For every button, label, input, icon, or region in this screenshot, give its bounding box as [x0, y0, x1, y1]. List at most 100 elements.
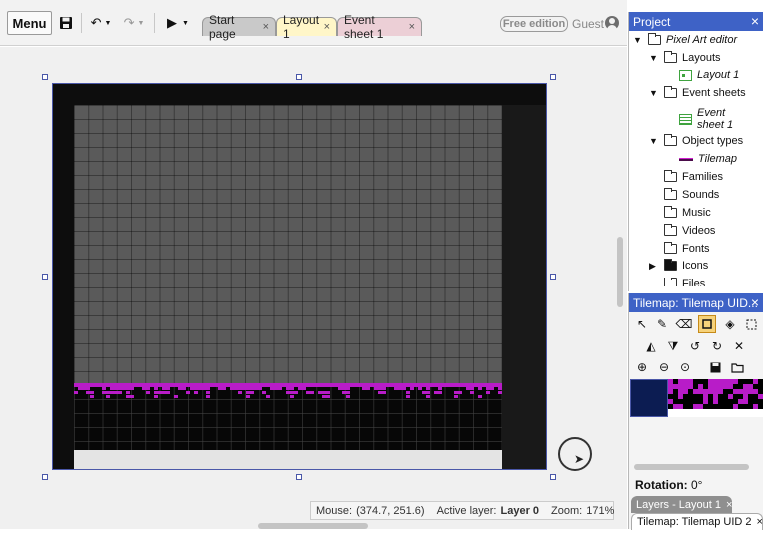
- rotate-cw-icon[interactable]: ↻: [708, 337, 726, 355]
- resize-handle[interactable]: [550, 474, 556, 480]
- layout-canvas[interactable]: [52, 83, 547, 470]
- expand-icon[interactable]: ▼: [649, 88, 659, 98]
- tile-pixel: [194, 391, 198, 394]
- resize-handle[interactable]: [296, 474, 302, 480]
- menu-button[interactable]: Menu: [7, 11, 52, 35]
- zoom-reset-icon[interactable]: ⊙: [676, 358, 694, 376]
- user-icon[interactable]: [605, 16, 619, 30]
- tile-pixel: [122, 387, 126, 390]
- marquee-select-icon[interactable]: [742, 315, 760, 333]
- tree-item-label: Event sheets: [682, 87, 746, 99]
- tree-item-videos[interactable]: Videos: [664, 224, 715, 237]
- tile-pixel: [454, 395, 458, 398]
- tileset-pixel: [713, 399, 718, 404]
- guest-label[interactable]: Guest: [572, 17, 604, 31]
- tree-item-label: Music: [682, 207, 711, 219]
- open-folder-icon[interactable]: [728, 358, 746, 376]
- tree-item-layout-1[interactable]: Layout 1: [679, 69, 739, 81]
- active-layer-label: Active layer:: [436, 504, 497, 517]
- play-icon[interactable]: ▶ ▼: [163, 11, 193, 35]
- resize-handle[interactable]: [42, 474, 48, 480]
- tile-pixel: [250, 387, 254, 390]
- tile-pixel: [342, 391, 346, 394]
- zoom-out-icon[interactable]: ⊖: [655, 358, 673, 376]
- tile-pixel: [154, 387, 158, 390]
- resize-handle[interactable]: [550, 74, 556, 80]
- pencil-icon[interactable]: ✎: [653, 315, 671, 333]
- tree-item-event-sheets[interactable]: ▼ Event sheets: [649, 86, 746, 99]
- redo-icon[interactable]: ↷ ▼: [119, 11, 149, 35]
- expand-icon[interactable]: ▼: [649, 53, 659, 63]
- resize-handle[interactable]: [42, 74, 48, 80]
- tab-event-sheet-1[interactable]: Event sheet 1 ×: [337, 13, 422, 41]
- tree-item-project[interactable]: ▼ Pixel Art editor: [633, 33, 737, 46]
- eraser-icon[interactable]: ⌫: [675, 315, 693, 333]
- tab-start-page[interactable]: Start page ×: [202, 13, 276, 41]
- fill-icon[interactable]: ◈: [721, 315, 739, 333]
- tileset-pixel: [753, 379, 758, 384]
- save-icon[interactable]: [55, 11, 77, 35]
- horizontal-scrollbar[interactable]: [634, 464, 749, 470]
- close-icon[interactable]: ×: [263, 21, 269, 33]
- close-icon[interactable]: ×: [324, 21, 330, 33]
- tile-pixel: [274, 387, 278, 390]
- resize-handle[interactable]: [296, 74, 302, 80]
- tree-item-families[interactable]: Families: [664, 170, 723, 183]
- tab-tilemap[interactable]: Tilemap: Tilemap UID 2 ×: [631, 513, 763, 530]
- zoom-in-icon[interactable]: ⊕: [633, 358, 651, 376]
- tile-pixel: [266, 395, 270, 398]
- resize-handle[interactable]: [42, 274, 48, 280]
- folder-icon: [664, 278, 677, 286]
- tab-layout-1[interactable]: Layout 1 ×: [276, 13, 337, 41]
- tileset-image[interactable]: [668, 379, 763, 409]
- rectangle-tool-icon[interactable]: [698, 315, 716, 333]
- tileset-preview[interactable]: [630, 379, 763, 417]
- tree-item-icons[interactable]: ▶ Icons: [649, 259, 708, 272]
- tree-item-music[interactable]: Music: [664, 206, 711, 219]
- tile-pixel: [326, 395, 330, 398]
- tile-pixel: [286, 387, 290, 390]
- tilemap-icon: [679, 157, 693, 161]
- tree-item-sounds[interactable]: Sounds: [664, 188, 719, 201]
- tree-item-object-types[interactable]: ▼ Object types: [649, 134, 743, 147]
- scrollbar-thumb[interactable]: [617, 237, 623, 307]
- save-icon[interactable]: [706, 358, 724, 376]
- free-edition-badge[interactable]: Free edition: [500, 16, 568, 32]
- tree-item-fonts[interactable]: Fonts: [664, 242, 710, 255]
- close-icon[interactable]: ✕: [730, 337, 748, 355]
- tab-layers[interactable]: Layers - Layout 1 ×: [631, 496, 732, 513]
- layout-bottom-area: [74, 450, 502, 469]
- collapse-icon[interactable]: ▶: [649, 261, 659, 272]
- tile-pixel: [110, 387, 114, 390]
- tile-pixel: [478, 395, 482, 398]
- tile-pixel: [154, 391, 158, 394]
- tree-item-tilemap[interactable]: Tilemap: [679, 153, 737, 165]
- close-icon[interactable]: ×: [409, 21, 415, 33]
- tree-item-files[interactable]: Files: [664, 278, 705, 286]
- tile-pixel: [466, 387, 470, 390]
- tile-pixel: [366, 387, 370, 390]
- expand-icon[interactable]: ▼: [633, 35, 643, 45]
- flip-icon[interactable]: ⧩: [664, 337, 682, 355]
- tile-pixel: [234, 387, 238, 390]
- close-icon[interactable]: ×: [751, 13, 759, 29]
- select-tool-icon[interactable]: ↖: [633, 315, 651, 333]
- tree-item-layouts[interactable]: ▼ Layouts: [649, 51, 721, 64]
- close-icon[interactable]: ×: [751, 294, 759, 310]
- close-icon[interactable]: ×: [757, 516, 763, 528]
- tile-pixel: [246, 387, 250, 390]
- mirror-icon[interactable]: ◭: [642, 337, 660, 355]
- rotate-ccw-icon[interactable]: ↺: [686, 337, 704, 355]
- horizontal-scrollbar[interactable]: [0, 520, 614, 532]
- tree-item-event-sheet-1[interactable]: Event sheet 1: [679, 107, 737, 131]
- undo-icon[interactable]: ↶ ▼: [86, 11, 116, 35]
- resize-handle[interactable]: [550, 274, 556, 280]
- tile-pixel: [218, 387, 222, 390]
- close-icon[interactable]: ×: [726, 499, 732, 511]
- tab-label: Event sheet 1: [344, 13, 384, 41]
- vertical-scrollbar[interactable]: [614, 47, 627, 529]
- scrollbar-thumb[interactable]: [258, 523, 368, 529]
- selected-tile[interactable]: [630, 379, 668, 417]
- expand-icon[interactable]: ▼: [649, 136, 659, 146]
- zoom-value: 171%: [586, 504, 615, 517]
